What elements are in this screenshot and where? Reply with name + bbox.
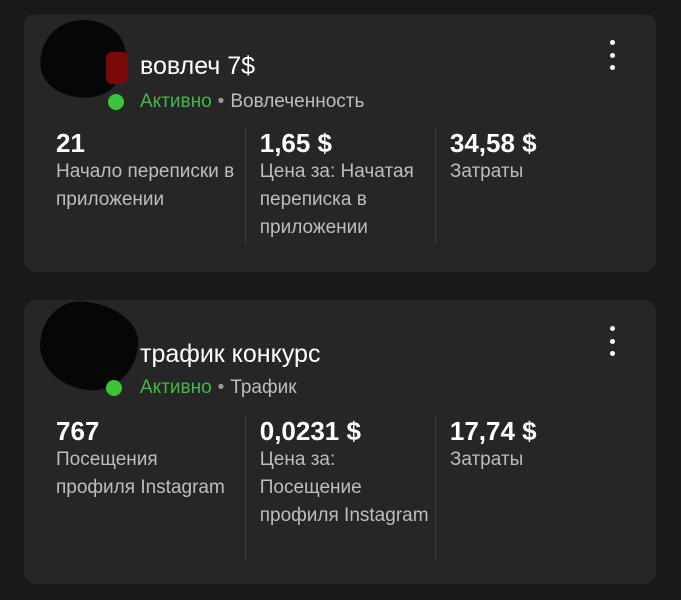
metric-results: 21 Начало переписки в приложении xyxy=(56,126,245,244)
metric-value: 0,0231 $ xyxy=(259,416,361,446)
objective-label: Вовлеченность xyxy=(230,91,365,112)
metric-spend: 17,74 $ Затраты xyxy=(434,414,624,560)
metric-cost-per-result: 0,0231 $ Цена за: Посещение профиля Inst… xyxy=(244,414,435,560)
campaign-subtitle: Активно • Трафик xyxy=(140,376,297,400)
metric-spend: 34,58 $ Затраты xyxy=(434,126,624,244)
metric-label: Посещения профиля Instagram xyxy=(56,449,225,498)
metric-label: Цена за: Начатая переписка в приложении xyxy=(259,161,414,238)
separator: • xyxy=(217,377,225,398)
metrics-row: 767 Посещения профиля Instagram 0,0231 $… xyxy=(56,414,624,560)
avatar xyxy=(37,298,141,394)
campaign-title[interactable]: вовлеч 7$ xyxy=(140,50,255,82)
metric-value: 767 xyxy=(56,416,100,446)
metric-value: 1,65 $ xyxy=(259,128,333,158)
metrics-row: 21 Начало переписки в приложении 1,65 $ … xyxy=(56,126,624,244)
active-status-dot xyxy=(106,380,122,396)
active-status-dot xyxy=(108,94,124,110)
metric-cost-per-result: 1,65 $ Цена за: Начатая переписка в прил… xyxy=(244,126,435,244)
metric-label: Затраты xyxy=(449,449,524,470)
status-label: Активно xyxy=(140,91,212,112)
metric-results: 767 Посещения профиля Instagram xyxy=(56,414,245,560)
objective-label: Трафик xyxy=(230,377,297,398)
campaign-title[interactable]: трафик конкурс xyxy=(140,338,320,370)
metric-value: 17,74 $ xyxy=(449,416,537,446)
metric-label: Цена за: Посещение профиля Instagram xyxy=(259,449,429,526)
more-vertical-icon[interactable] xyxy=(604,40,620,70)
campaign-card[interactable]: вовлеч 7$ Активно • Вовлеченность 21 Начал… xyxy=(24,14,656,272)
campaign-subtitle: Активно • Вовлеченность xyxy=(140,90,364,114)
separator: • xyxy=(217,91,225,112)
metric-value: 21 xyxy=(56,128,85,158)
metric-value: 34,58 $ xyxy=(449,128,537,158)
avatar-accent xyxy=(106,52,128,84)
status-label: Активно xyxy=(140,377,212,398)
campaign-card[interactable]: трафик конкурс Активно • Трафик 767 Посеще… xyxy=(24,298,656,584)
metric-label: Затраты xyxy=(449,161,524,182)
metric-label: Начало переписки в приложении xyxy=(56,161,235,210)
more-vertical-icon[interactable] xyxy=(604,326,620,356)
